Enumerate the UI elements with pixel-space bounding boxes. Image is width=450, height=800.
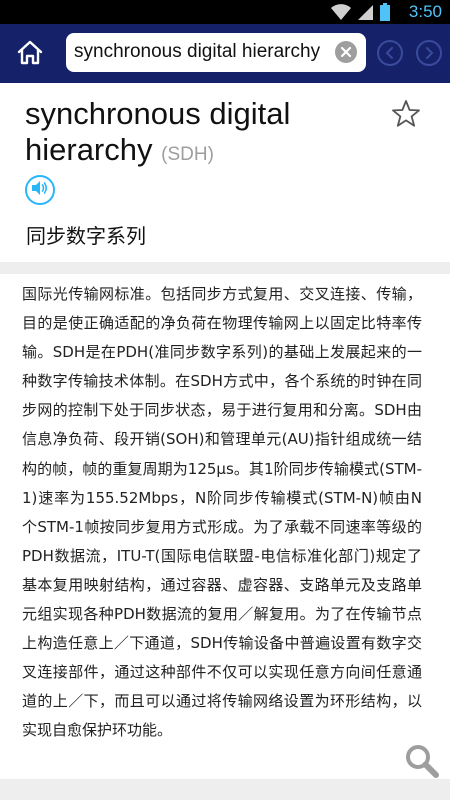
back-button[interactable] [377,40,403,66]
section-divider [0,262,450,274]
speaker-icon [31,180,49,200]
back-arrow-icon [384,44,396,63]
clear-icon [340,43,352,62]
entry-definition: 国际光传输网标准。包括同步方式复用、交叉连接、传输，目的是使正确适配的净负荷在物… [22,285,422,740]
clear-button[interactable] [335,41,357,63]
star-icon [390,100,422,134]
entry-translation: 同步数字系列 [26,224,146,248]
wifi-icon [330,3,352,25]
app-bar: synchronous digital hierarchy [0,24,450,83]
search-input[interactable]: synchronous digital hierarchy [74,41,330,63]
forward-arrow-icon [423,44,435,63]
search-field[interactable]: synchronous digital hierarchy [66,33,366,72]
entry-term: synchronous digital hierarchy [25,96,291,167]
entry-heading: synchronous digital hierarchy (SDH) [25,96,375,173]
forward-button[interactable] [416,40,442,66]
entry-abbreviation: (SDH) [161,144,214,165]
search-icon [404,745,440,783]
bottom-band [0,779,450,800]
favorite-button[interactable] [390,98,422,130]
battery-icon [380,3,390,25]
status-bar: 3:50 [0,0,450,24]
status-time: 3:50 [408,2,442,21]
search-button[interactable] [404,743,440,779]
home-icon [16,39,44,69]
pronunciation-button[interactable] [25,175,55,205]
home-button[interactable] [12,36,48,72]
cell-signal-icon [358,3,374,25]
status-icons [330,3,390,25]
